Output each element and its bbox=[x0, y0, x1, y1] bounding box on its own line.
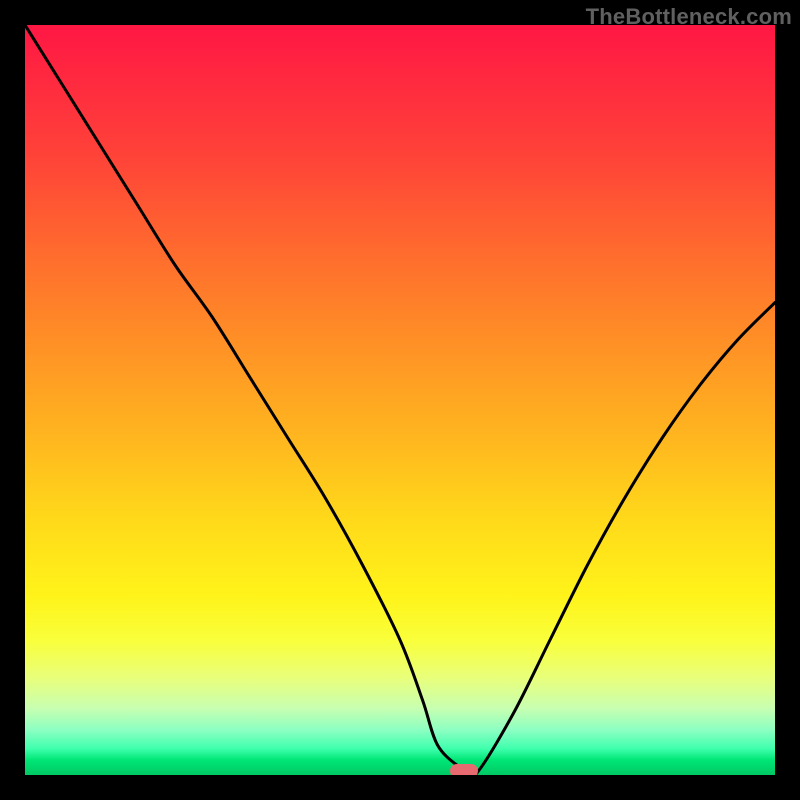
watermark-text: TheBottleneck.com bbox=[586, 4, 792, 30]
chart-frame: TheBottleneck.com bbox=[0, 0, 800, 800]
bottleneck-curve bbox=[25, 25, 775, 775]
plot-area bbox=[25, 25, 775, 775]
optimal-marker bbox=[450, 764, 478, 775]
